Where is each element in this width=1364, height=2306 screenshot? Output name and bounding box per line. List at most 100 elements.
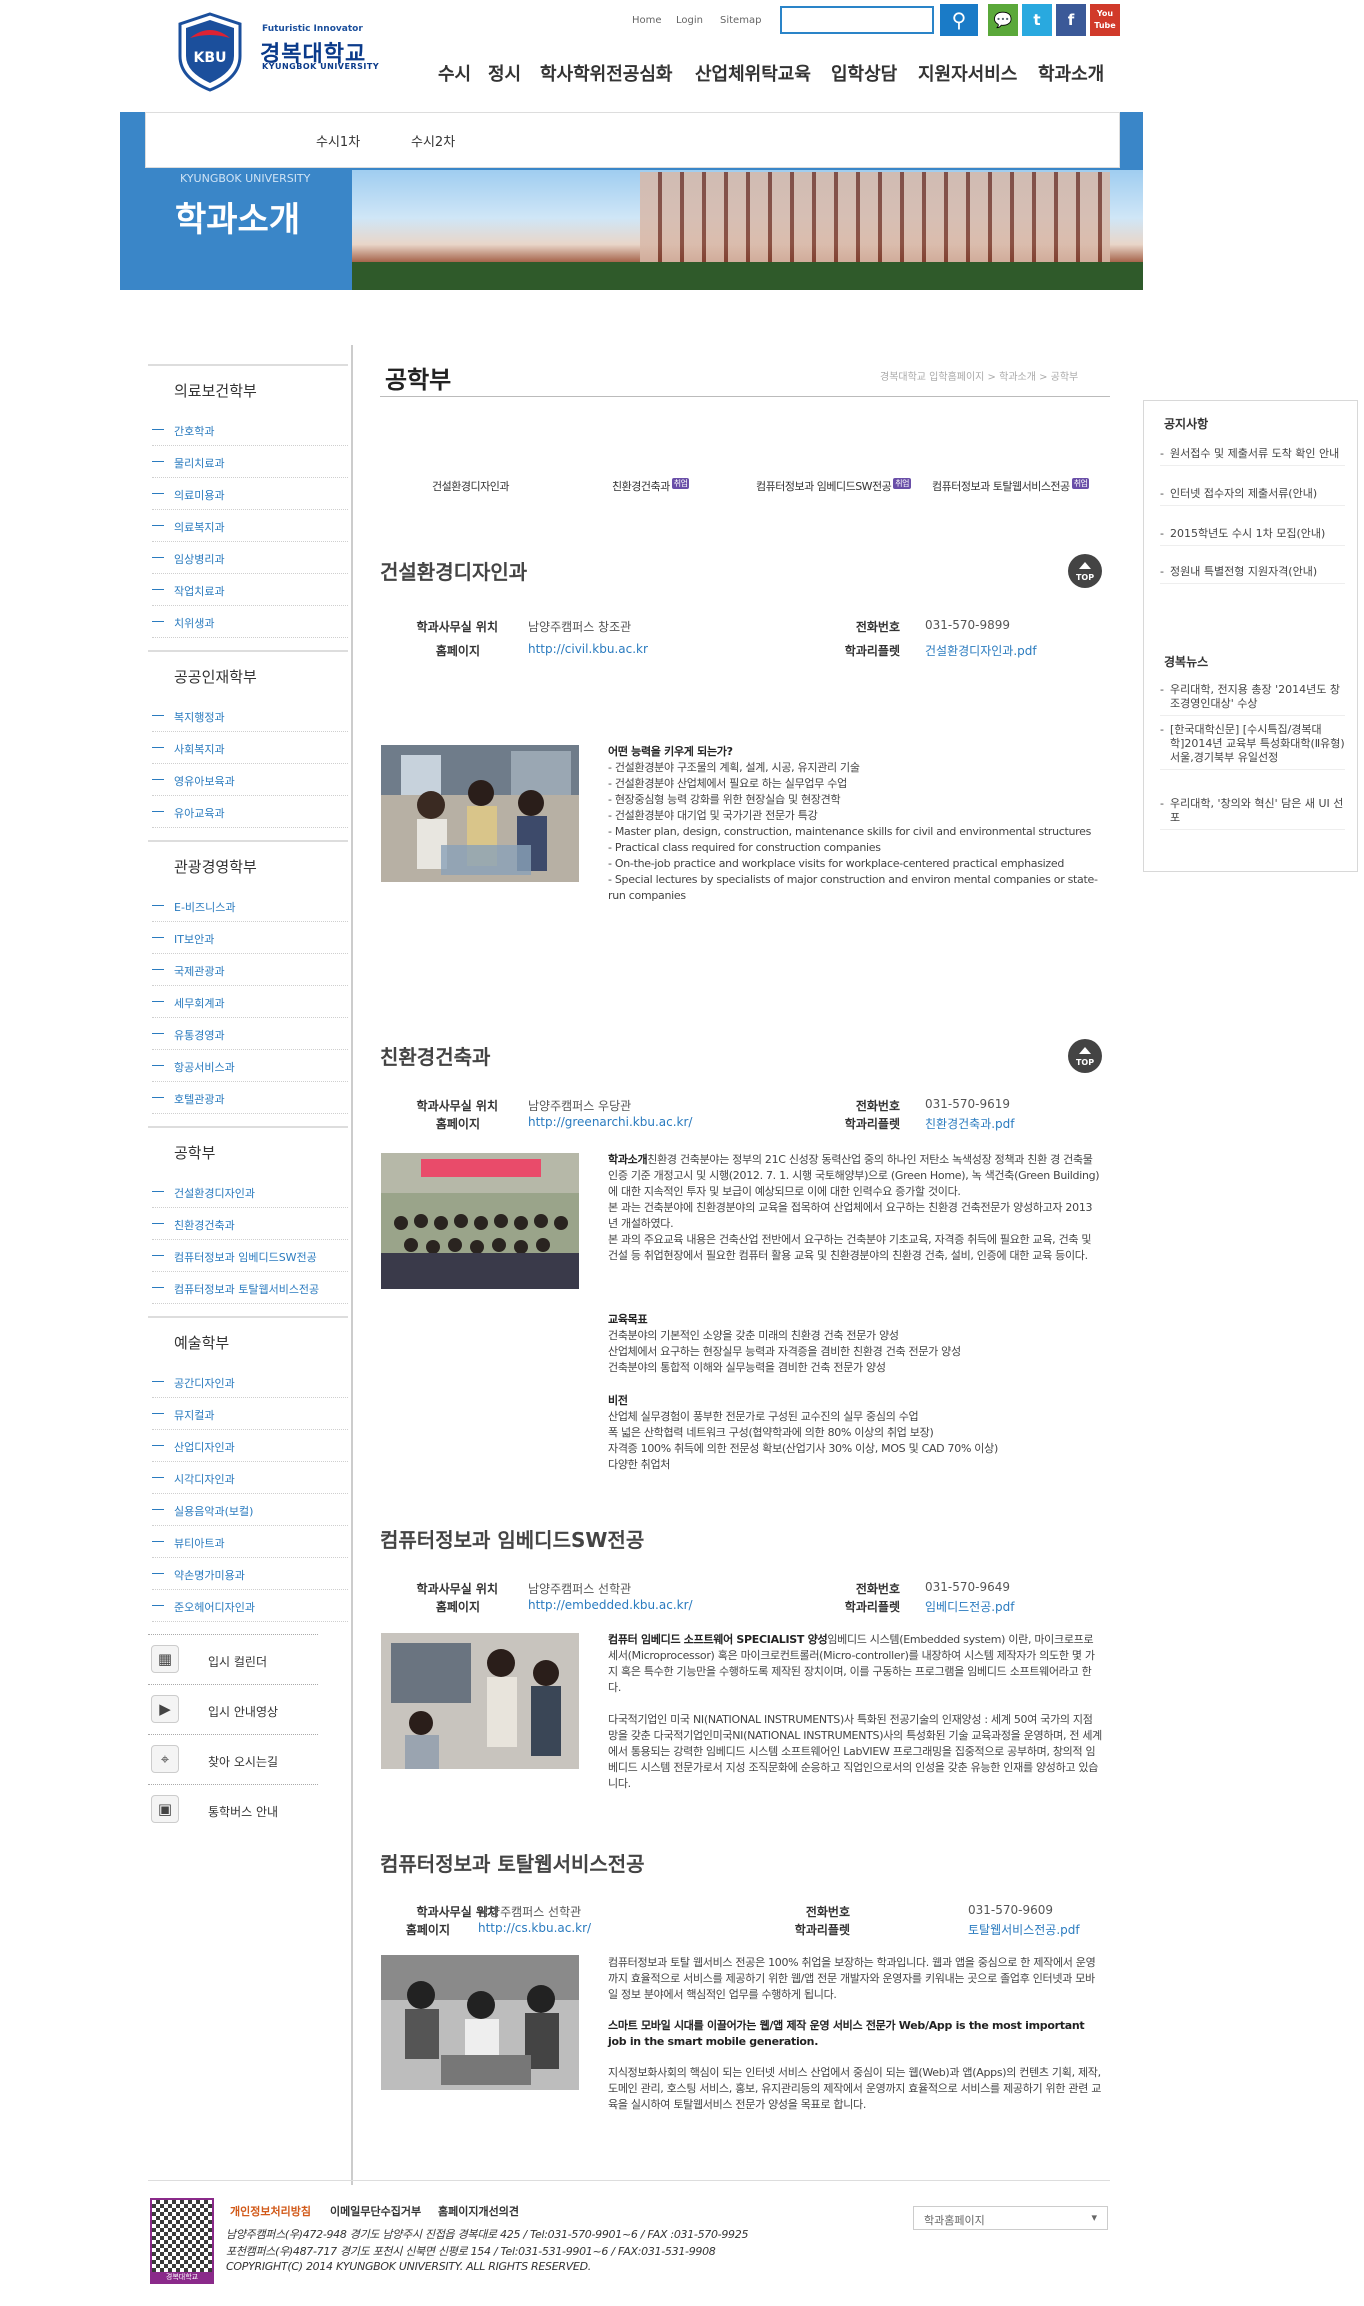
sidebar-item[interactable]: 의료복지과 (152, 510, 348, 542)
sidebar-item[interactable]: 의료미용과 (152, 478, 348, 510)
sidebar-item[interactable]: 사회복지과 (152, 732, 348, 764)
gnb-item-jeongsi[interactable]: 정시 (488, 60, 521, 86)
notice-item[interactable]: 인터넷 접수자의 제출서류(안내) (1160, 487, 1345, 506)
privacy-policy-link[interactable]: 개인정보처리방침 (230, 2203, 311, 2219)
sidebar-item[interactable]: 산업디자인과 (152, 1430, 348, 1462)
sidebar-group-title: 예술학부 (148, 1316, 348, 1366)
sidebar-item[interactable]: 실용음악과(보컬) (152, 1494, 348, 1526)
gnb-item-counsel[interactable]: 입학상담 (831, 60, 897, 86)
twitter-icon[interactable]: t (1022, 4, 1052, 36)
kakao-talk-icon[interactable]: 💬 (988, 4, 1018, 36)
sidebar-item[interactable]: 시각디자인과 (152, 1462, 348, 1494)
students-lab-photo (381, 745, 579, 882)
notice-item[interactable]: 2015학년도 수시 1차 모집(안내) (1160, 527, 1345, 546)
feedback-link[interactable]: 홈페이지개선의견 (438, 2203, 519, 2219)
news-item[interactable]: 우리대학, '창의와 혁신' 담은 새 UI 선포 (1160, 797, 1345, 830)
sidebar-item[interactable]: 뮤지컬과 (152, 1398, 348, 1430)
homepage-link[interactable]: http://greenarchi.kbu.ac.kr/ (528, 1115, 692, 1129)
sidebar-item[interactable]: 컴퓨터정보과 임베디드SW전공 (152, 1240, 348, 1272)
top-button[interactable]: TOP (1068, 554, 1102, 588)
department-homepage-select[interactable]: 학과홈페이지 ▾ (913, 2206, 1108, 2230)
gnb-item-service[interactable]: 지원자서비스 (918, 60, 1017, 86)
logo-badge-icon: KBU (178, 12, 242, 92)
leaflet-label: 학과리플렛 (794, 1923, 850, 1937)
office-label: 학과사무실 위치 (416, 620, 498, 634)
sitemap-link[interactable]: Sitemap (720, 15, 761, 26)
top-button[interactable]: TOP (1068, 1039, 1102, 1073)
gnb-item-bachelor[interactable]: 학사학위전공심화 (540, 60, 672, 86)
tab-department[interactable]: 친환경건축과 취업 (612, 478, 690, 494)
gnb-item-industry[interactable]: 산업체위탁교육 (695, 60, 811, 86)
sidebar-group-title: 공공인재학부 (148, 650, 348, 700)
bus-icon: ▣ (151, 1795, 179, 1823)
homepage-link[interactable]: http://civil.kbu.ac.kr (528, 642, 648, 656)
sidebar-item[interactable]: 유아교육과 (152, 796, 348, 828)
sidebar-item[interactable]: 컴퓨터정보과 토탈웹서비스전공 (152, 1272, 348, 1304)
office-value: 남양주캠퍼스 우당관 (528, 1099, 632, 1113)
homepage-link[interactable]: http://embedded.kbu.ac.kr/ (528, 1598, 693, 1612)
sidebar-item[interactable]: 물리치료과 (152, 446, 348, 478)
notice-item[interactable]: 정원내 특별전형 지원자격(안내) (1160, 565, 1345, 584)
news-item[interactable]: 우리대학, 전지용 총장 '2014년도 창조경영인대상' 수상 (1160, 683, 1345, 716)
sidebar-item[interactable]: 복지행정과 (152, 700, 348, 732)
sidebar-item[interactable]: 준오헤어디자인과 (152, 1590, 348, 1622)
sidebar-item[interactable]: 치위생과 (152, 606, 348, 638)
quick-link-video[interactable]: ▶ 입시 안내영상 (148, 1684, 318, 1734)
sidebar-item[interactable]: E-비즈니스과 (152, 890, 348, 922)
sidebar-item[interactable]: 친환경건축과 (152, 1208, 348, 1240)
homepage-label: 홈페이지 (435, 1600, 480, 1614)
notice-item[interactable]: 원서접수 및 제출서류 도착 확인 안내 (1160, 447, 1345, 466)
sidebar-group-title: 의료보건학부 (148, 364, 348, 414)
sidebar-item[interactable]: 공간디자인과 (152, 1366, 348, 1398)
tab-department[interactable]: 컴퓨터정보과 토탈웹서비스전공 취업 (932, 478, 1090, 494)
sidebar-item[interactable]: 임상병리과 (152, 542, 348, 574)
phone-label: 전화번호 (855, 1099, 900, 1113)
tab-department[interactable]: 컴퓨터정보과 임베디드SW전공 취업 (756, 478, 912, 494)
web-service-photo (381, 1955, 579, 2090)
gnb-item-departments[interactable]: 학과소개 (1038, 60, 1104, 86)
leaflet-link[interactable]: 임베디드전공.pdf (925, 1598, 1015, 1615)
quick-link-calendar[interactable]: ▦ 입시 컬린더 (148, 1634, 318, 1684)
leaflet-link[interactable]: 토탈웹서비스전공.pdf (968, 1921, 1080, 1938)
search-button[interactable]: ⚲ (940, 4, 978, 36)
news-item[interactable]: [한국대학신문] [수시특집/경복대학]2014년 교육부 특성화대학(Ⅱ유형)… (1160, 723, 1345, 770)
sidebar-item[interactable]: 세무회계과 (152, 986, 348, 1018)
facebook-icon[interactable]: f (1056, 4, 1086, 36)
search-input[interactable] (780, 6, 934, 34)
breadcrumb: 경복대학교 입학홈페이지 > 학과소개 > 공학부 (880, 372, 1079, 383)
homepage-link[interactable]: http://cs.kbu.ac.kr/ (478, 1921, 591, 1935)
home-link[interactable]: Home (632, 15, 662, 26)
sidebar-item[interactable]: 유통경영과 (152, 1018, 348, 1050)
sidebar-item[interactable]: 뷰티아트과 (152, 1526, 348, 1558)
leaflet-link[interactable]: 건설환경디자인과.pdf (925, 642, 1037, 659)
sidebar-item[interactable]: 작업치료과 (152, 574, 348, 606)
quick-link-map-pin[interactable]: ⌖ 찾아 오시는길 (148, 1734, 318, 1784)
sidebar-item[interactable]: 호텔관광과 (152, 1082, 348, 1114)
quick-link-bus[interactable]: ▣ 통학버스 안내 (148, 1784, 318, 1834)
gnb-item-susi[interactable]: 수시 (438, 60, 471, 86)
phone-value: 031-570-9619 (925, 1097, 1011, 1111)
sidebar-group-title: 공학부 (148, 1126, 348, 1176)
sidebar-item[interactable]: 간호학과 (152, 414, 348, 446)
tab-department[interactable]: 건설환경디자인과 (432, 478, 509, 494)
email-refusal-link[interactable]: 이메일무단수집거부 (330, 2203, 421, 2219)
leaflet-link[interactable]: 친환경건축과.pdf (925, 1115, 1015, 1132)
subnav-susi2[interactable]: 수시2차 (411, 131, 455, 150)
tab-label: 컴퓨터정보과 토탈웹서비스전공 (932, 480, 1070, 493)
sidebar-item[interactable]: 항공서비스과 (152, 1050, 348, 1082)
youtube-icon[interactable]: You Tube (1090, 4, 1120, 36)
login-link[interactable]: Login (676, 15, 703, 26)
page: KBU Futuristic Innovator 경복대학교 KYUNGBOK … (0, 0, 1364, 2306)
sidebar-item[interactable]: 영유아보육과 (152, 764, 348, 796)
sidebar-item[interactable]: 건설환경디자인과 (152, 1176, 348, 1208)
sidebar-item[interactable]: IT보안과 (152, 922, 348, 954)
employment-badge: 취업 (1071, 478, 1090, 489)
section-title-civil: 건설환경디자인과 (380, 560, 528, 584)
subnav-susi1[interactable]: 수시1차 (316, 131, 360, 150)
civil-description: 어떤 능력을 키우게 되는가? - 건설환경분야 구조물의 계획, 설계, 시공,… (608, 745, 1098, 902)
green-arch-description: 학과소개친환경 건축분야는 정부의 21C 신성장 동력산업 중의 하나인 저탄… (608, 1153, 1100, 1262)
sidebar-item[interactable]: 국제관광과 (152, 954, 348, 986)
sidebar-item[interactable]: 약손명가미용과 (152, 1558, 348, 1590)
web-service-description: 컴퓨터정보과 토탈 웹서비스 전공은 100% 취업을 보장하는 학과입니다. … (608, 1956, 1096, 2001)
logo-tagline: Futuristic Innovator (262, 24, 363, 34)
